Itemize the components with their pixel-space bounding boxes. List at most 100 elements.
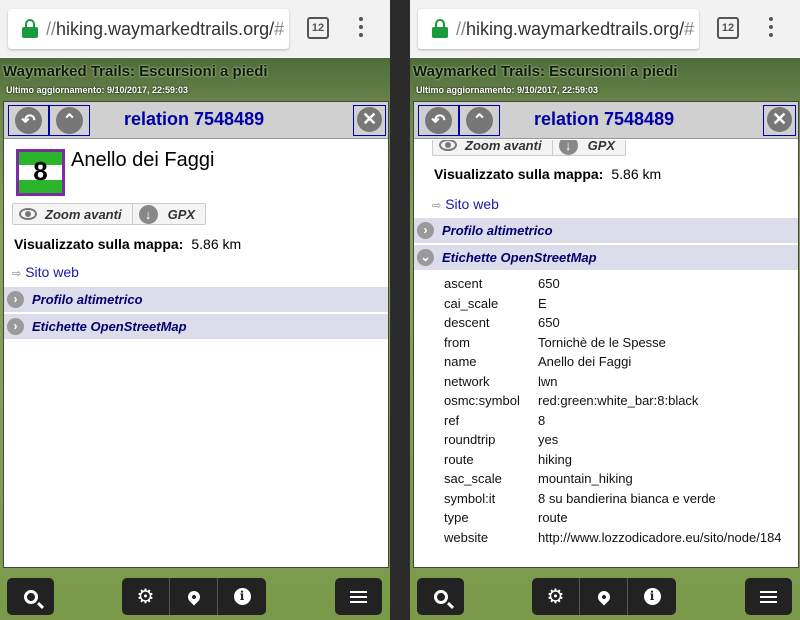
website-link[interactable]: ⇨ Sito web bbox=[432, 196, 499, 212]
search-button[interactable] bbox=[417, 578, 464, 615]
website-link[interactable]: ⇨ Sito web bbox=[12, 264, 79, 280]
close-button[interactable]: ✕ bbox=[763, 105, 796, 136]
tag-row: name Anello dei Faggi bbox=[444, 353, 798, 373]
chevron-up-icon: ⌃ bbox=[56, 107, 83, 134]
close-button[interactable]: ✕ bbox=[353, 105, 386, 136]
undo-icon: ↶ bbox=[15, 107, 42, 134]
tag-row: ref 8 bbox=[444, 412, 798, 432]
route-details-panel: ↶ ⌃ relation 7548489 ✕ Zoom avanti ↓ GPX … bbox=[413, 101, 799, 568]
location-button[interactable] bbox=[170, 578, 218, 615]
tag-value: E bbox=[538, 295, 547, 311]
panel-body: Zoom avanti ↓ GPX Visualizzato sulla mapp… bbox=[414, 140, 798, 567]
search-icon bbox=[23, 589, 38, 604]
info-button[interactable]: i bbox=[218, 578, 266, 615]
back-button[interactable]: ↶ bbox=[418, 105, 459, 136]
chevron-down-icon: ⌄ bbox=[417, 249, 434, 266]
screen-left: //hiking.waymarkedtrails.org/# 12 Waymar… bbox=[0, 0, 390, 620]
list-icon bbox=[350, 590, 367, 603]
up-button[interactable]: ⌃ bbox=[459, 105, 500, 136]
overflow-menu-icon[interactable] bbox=[768, 17, 774, 41]
section-elevation-profile[interactable]: › Profilo altimetrico bbox=[414, 218, 798, 244]
tag-value: mountain_hiking bbox=[538, 471, 633, 486]
tag-row: roundtrip yes bbox=[444, 431, 798, 451]
tag-key: sac_scale bbox=[444, 471, 502, 486]
info-button[interactable]: i bbox=[628, 578, 676, 615]
last-update: Ultimo aggiornamento: 9/10/2017, 22:59:0… bbox=[6, 85, 189, 95]
tag-key: ascent bbox=[444, 276, 483, 291]
url-bar[interactable]: //hiking.waymarkedtrails.org/# bbox=[418, 9, 699, 49]
route-actions: Zoom avanti ↓ GPX bbox=[12, 203, 207, 225]
list-button[interactable] bbox=[745, 578, 792, 615]
settings-button[interactable]: ⚙ bbox=[122, 578, 170, 615]
tag-row: osmc:symbol red:green:white_bar:8:black bbox=[444, 392, 798, 412]
site-title: Waymarked Trails: Escursioni a piedi bbox=[3, 63, 268, 80]
tag-value: 8 bbox=[538, 412, 546, 428]
section-label: Profilo altimetrico bbox=[442, 223, 553, 238]
tag-row: descent 650 bbox=[444, 314, 798, 334]
section-elevation-profile[interactable]: › Profilo altimetrico bbox=[4, 287, 388, 313]
settings-button[interactable]: ⚙ bbox=[532, 578, 580, 615]
tag-row: ascent 650 bbox=[444, 275, 798, 295]
section-label: Etichette OpenStreetMap bbox=[442, 250, 597, 265]
gear-icon: ⚙ bbox=[136, 586, 155, 608]
arrow-right-icon: ⇨ bbox=[432, 200, 442, 212]
search-icon bbox=[433, 589, 448, 604]
close-icon: ✕ bbox=[767, 107, 792, 132]
gear-icon: ⚙ bbox=[546, 586, 565, 608]
zoom-label: Zoom avanti bbox=[45, 206, 122, 222]
browser-toolbar: //hiking.waymarkedtrails.org/# 12 bbox=[0, 0, 390, 58]
section-label: Profilo altimetrico bbox=[32, 292, 143, 307]
url-text: //hiking.waymarkedtrails.org/# bbox=[456, 19, 695, 39]
gpx-label: GPX bbox=[167, 206, 196, 222]
gpx-label: GPX bbox=[587, 140, 616, 153]
search-button[interactable] bbox=[7, 578, 54, 615]
url-text: //hiking.waymarkedtrails.org/# bbox=[46, 19, 285, 39]
list-button[interactable] bbox=[335, 578, 382, 615]
tag-value: Anello dei Faggi bbox=[538, 354, 632, 369]
up-button[interactable]: ⌃ bbox=[49, 105, 90, 136]
zoom-button[interactable]: Zoom avanti bbox=[13, 204, 133, 224]
route-symbol: 8 bbox=[16, 149, 65, 196]
tag-value: route bbox=[538, 510, 568, 525]
tag-row: network lwn bbox=[444, 373, 798, 393]
toolbar-group: ⚙ i bbox=[122, 578, 266, 615]
route-symbol-number: 8 bbox=[33, 156, 48, 186]
tag-key: network bbox=[444, 373, 490, 389]
lock-icon bbox=[432, 19, 448, 38]
tag-key: roundtrip bbox=[444, 432, 496, 447]
distance-row: Visualizzato sulla mappa: 5.86 km bbox=[14, 236, 241, 252]
back-button[interactable]: ↶ bbox=[8, 105, 49, 136]
panel-body: 8 Anello dei Faggi Zoom avanti ↓ GPX Visu… bbox=[4, 140, 388, 567]
tag-row: type route bbox=[444, 509, 798, 529]
panel-header: ↶ ⌃ relation 7548489 ✕ bbox=[4, 102, 388, 139]
section-osm-tags[interactable]: ⌄ Etichette OpenStreetMap bbox=[414, 245, 798, 271]
overflow-menu-icon[interactable] bbox=[358, 17, 364, 41]
tag-row: route hiking bbox=[444, 451, 798, 471]
chevron-right-icon: › bbox=[7, 291, 24, 308]
gpx-button[interactable]: ↓ GPX bbox=[133, 204, 205, 224]
toolbar-group: ⚙ i bbox=[532, 578, 676, 615]
zoom-button[interactable]: Zoom avanti bbox=[433, 140, 553, 155]
browser-toolbar: //hiking.waymarkedtrails.org/# 12 bbox=[410, 0, 800, 58]
distance-row: Visualizzato sulla mappa: 5.86 km bbox=[434, 166, 661, 182]
tag-key: website bbox=[444, 529, 489, 545]
url-bar[interactable]: //hiking.waymarkedtrails.org/# bbox=[8, 9, 289, 49]
arrow-right-icon: ⇨ bbox=[12, 268, 22, 280]
section-osm-tags[interactable]: › Etichette OpenStreetMap bbox=[4, 314, 388, 340]
chevron-up-icon: ⌃ bbox=[466, 107, 493, 134]
tag-value: Tornichè de le Spesse bbox=[538, 334, 666, 350]
undo-icon: ↶ bbox=[425, 107, 452, 134]
tag-row: from Tornichè de le Spesse bbox=[444, 334, 798, 354]
website-label: Sito web bbox=[25, 264, 79, 280]
tab-switcher-button[interactable]: 12 bbox=[307, 17, 329, 39]
gpx-button[interactable]: ↓ GPX bbox=[553, 140, 625, 155]
distance-label: Visualizzato sulla mappa: bbox=[14, 236, 184, 252]
bottom-toolbar: ⚙ i bbox=[410, 575, 800, 620]
tag-key: from bbox=[444, 334, 470, 350]
tag-key: osmc:symbol bbox=[444, 393, 520, 408]
tab-switcher-button[interactable]: 12 bbox=[717, 17, 739, 39]
location-button[interactable] bbox=[580, 578, 628, 615]
tag-key: cai_scale bbox=[444, 295, 499, 311]
osm-tag-table: ascent 650 cai_scale Edescent 650 from Tornich… bbox=[444, 275, 798, 548]
panel-title: relation 7548489 bbox=[124, 109, 265, 129]
